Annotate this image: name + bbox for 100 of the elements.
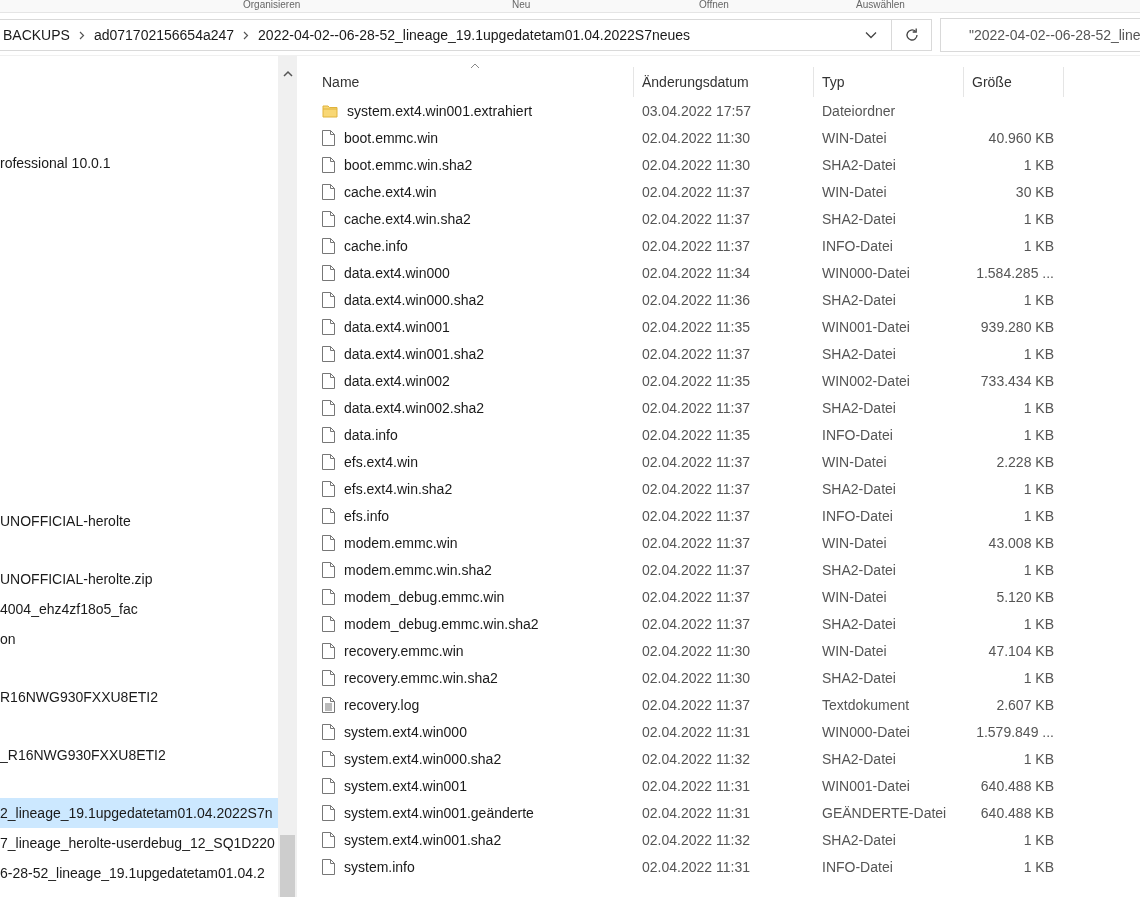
size-cell: 1 KB [1023, 858, 1054, 875]
file-name[interactable]: data.ext4.win001.sha2 [344, 345, 485, 362]
size-cell: 1 KB [1023, 426, 1054, 443]
size-cell: 1 KB [1023, 237, 1054, 254]
file-name[interactable]: system.ext4.win001.sha2 [344, 831, 502, 848]
size-cell: 43.008 KB [988, 534, 1054, 551]
date-cell: 02.04.2022 11:37 [642, 183, 750, 200]
dropdown-caret-icon[interactable] [865, 31, 877, 39]
breadcrumb-item[interactable]: ad071702156654a247 [93, 27, 235, 43]
type-cell: INFO-Datei [822, 426, 893, 443]
file-icon [322, 750, 335, 767]
file-name[interactable]: data.info [344, 426, 398, 443]
size-cell: 2.228 KB [996, 453, 1054, 470]
file-name[interactable]: recovery.emmc.win [344, 642, 464, 659]
column-header[interactable]: Typ [814, 67, 964, 97]
date-cell: 02.04.2022 11:35 [642, 426, 750, 443]
nav-item[interactable]: 7_lineage_herolte-userdebug_12_SQ1D220 [0, 828, 278, 858]
file-name[interactable]: modem.emmc.win.sha2 [344, 561, 492, 578]
file-icon [322, 345, 335, 362]
size-cell: 733.434 KB [980, 372, 1054, 389]
date-cell: 02.04.2022 11:31 [642, 723, 750, 740]
file-name[interactable]: system.ext4.win001 [344, 777, 467, 794]
date-cell: 02.04.2022 11:32 [642, 750, 750, 767]
file-name[interactable]: cache.info [344, 237, 408, 254]
file-name[interactable]: recovery.log [344, 696, 420, 713]
file-name[interactable]: efs.ext4.win [344, 453, 418, 470]
file-name[interactable]: cache.ext4.win [344, 183, 437, 200]
type-cell: INFO-Datei [822, 507, 893, 524]
scrollbar-thumb[interactable] [280, 835, 295, 897]
refresh-button[interactable] [892, 19, 932, 51]
file-name[interactable]: system.ext4.win000 [344, 723, 467, 740]
type-cell: WIN-Datei [822, 129, 887, 146]
file-icon [322, 237, 335, 254]
file-name[interactable]: system.ext4.win001.extrahiert [347, 102, 533, 119]
date-cell: 02.04.2022 11:30 [642, 669, 750, 686]
file-icon [322, 291, 335, 308]
file-name[interactable]: data.ext4.win001 [344, 318, 450, 335]
file-name[interactable]: cache.ext4.win.sha2 [344, 210, 471, 227]
nav-item[interactable]: _R16NWG930FXXU8ETI2 [0, 740, 278, 770]
file-name[interactable]: modem_debug.emmc.win.sha2 [344, 615, 539, 632]
nav-item[interactable]: rofessional 10.0.1 [0, 148, 278, 178]
file-name[interactable]: system.ext4.win001.geänderte [344, 804, 534, 821]
type-cell: GEÄNDERTE-Datei [822, 804, 947, 821]
date-cell: 02.04.2022 11:37 [642, 480, 750, 497]
date-cell: 02.04.2022 11:37 [642, 399, 750, 416]
file-name[interactable]: data.ext4.win000.sha2 [344, 291, 485, 308]
file-icon [322, 426, 335, 443]
date-cell: 02.04.2022 11:37 [642, 696, 750, 713]
type-cell: INFO-Datei [822, 237, 893, 254]
size-cell: 1.584.285 ... [976, 264, 1054, 281]
nav-item[interactable]: 2_lineage_19.1upgedatetam01.04.2022S7n [0, 798, 278, 828]
type-cell: WIN002-Datei [822, 372, 910, 389]
column-header[interactable]: Größe [964, 67, 1064, 97]
size-cell: 47.104 KB [988, 642, 1054, 659]
file-name[interactable]: modem_debug.emmc.win [344, 588, 505, 605]
file-icon [322, 804, 335, 821]
search-field[interactable]: "2022-04-02--06-28-52_line [940, 18, 1140, 52]
nav-item[interactable]: UNOFFICIAL-herolte.zip [0, 564, 278, 594]
file-name[interactable]: efs.info [344, 507, 390, 524]
file-name[interactable]: boot.emmc.win.sha2 [344, 156, 473, 173]
scrollbar[interactable] [278, 56, 297, 897]
file-icon [322, 156, 335, 173]
refresh-icon [903, 27, 920, 43]
nav-item[interactable]: on [0, 624, 278, 654]
file-icon [322, 561, 335, 578]
file-name[interactable]: system.ext4.win000.sha2 [344, 750, 502, 767]
file-name[interactable]: data.ext4.win002 [344, 372, 450, 389]
size-cell: 1 KB [1023, 291, 1054, 308]
type-cell: SHA2-Datei [822, 210, 896, 227]
date-cell: 02.04.2022 11:31 [642, 804, 750, 821]
nav-item[interactable]: 6-28-52_lineage_19.1upgedatetam01.04.2 [0, 858, 278, 888]
type-cell: Textdokument [822, 696, 910, 713]
file-name[interactable]: modem.emmc.win [344, 534, 458, 551]
nav-item[interactable]: R16NWG930FXXU8ETI2 [0, 682, 278, 712]
size-cell: 5.120 KB [996, 588, 1054, 605]
column-header[interactable]: Name [314, 67, 634, 97]
file-icon [322, 723, 335, 740]
file-icon [322, 507, 335, 524]
nav-item[interactable]: UNOFFICIAL-herolte [0, 506, 278, 536]
breadcrumb-item[interactable]: 2022-04-02--06-28-52_lineage_19.1upgedatetam01.04.2022S7neues [258, 27, 691, 43]
file-name[interactable]: system.info [344, 858, 415, 875]
file-icon [322, 264, 335, 281]
file-icon [322, 615, 335, 632]
address-bar[interactable]: BACKUPS ad071702156654a247 2022-04-02--06-28-52_lineage_19.1upgedatetam01.04.2022S7neues [0, 19, 892, 51]
type-cell: WIN000-Datei [822, 723, 910, 740]
file-icon [322, 777, 335, 794]
file-icon [322, 399, 335, 416]
breadcrumb-item[interactable]: BACKUPS [3, 27, 70, 43]
file-icon [322, 831, 335, 848]
nav-item[interactable]: 4004_ehz4zf18o5_fac [0, 594, 278, 624]
date-cell: 02.04.2022 11:37 [642, 561, 750, 578]
file-name[interactable]: recovery.emmc.win.sha2 [344, 669, 498, 686]
ribbon-group-label: Auswählen [856, 0, 905, 10]
file-name[interactable]: data.ext4.win000 [344, 264, 450, 281]
file-name[interactable]: boot.emmc.win [344, 129, 439, 146]
column-header[interactable]: Änderungsdatum [634, 67, 814, 97]
date-cell: 02.04.2022 11:35 [642, 318, 750, 335]
file-name[interactable]: data.ext4.win002.sha2 [344, 399, 485, 416]
date-cell: 02.04.2022 11:37 [642, 534, 750, 551]
file-name[interactable]: efs.ext4.win.sha2 [344, 480, 453, 497]
